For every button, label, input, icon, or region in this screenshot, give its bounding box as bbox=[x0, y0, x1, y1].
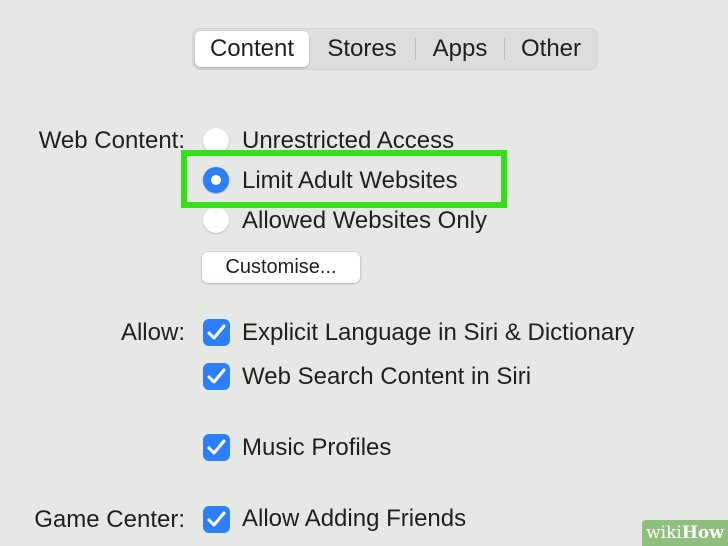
checkmark-icon bbox=[207, 439, 226, 455]
option-label-limit-adult-websites: Limit Adult Websites bbox=[242, 167, 458, 194]
watermark-prefix: wiki bbox=[646, 523, 682, 543]
checkbox-allow-adding-friends[interactable] bbox=[203, 506, 230, 533]
checkbox-label-music-profiles: Music Profiles bbox=[242, 434, 392, 461]
option-label-allowed-websites-only: Allowed Websites Only bbox=[242, 207, 487, 234]
allow-label: Allow: bbox=[120, 319, 185, 346]
checkbox-label-explicit-language: Explicit Language in Siri & Dictionary bbox=[242, 319, 635, 346]
checkbox-explicit-language[interactable] bbox=[203, 319, 230, 346]
radio-unrestricted-access[interactable] bbox=[203, 128, 229, 154]
tab-other[interactable]: Other bbox=[505, 31, 597, 67]
checkmark-icon bbox=[207, 324, 226, 340]
tab-content[interactable]: Content bbox=[195, 31, 309, 67]
watermark-suffix: How bbox=[681, 523, 724, 543]
checkbox-web-search-content[interactable] bbox=[203, 363, 230, 390]
customise-button[interactable]: Customise... bbox=[202, 252, 360, 283]
wikihow-watermark: wiki How bbox=[642, 520, 728, 546]
checkmark-icon bbox=[207, 368, 226, 384]
radio-allowed-websites-only[interactable] bbox=[203, 207, 229, 233]
tab-stores[interactable]: Stores bbox=[309, 31, 415, 67]
checkbox-label-web-search-content: Web Search Content in Siri bbox=[242, 363, 532, 390]
radio-limit-adult-websites[interactable] bbox=[203, 167, 229, 193]
tab-apps[interactable]: Apps bbox=[416, 31, 504, 67]
segmented-tab-control: Content Stores Apps Other bbox=[192, 28, 598, 70]
web-content-label: Web Content: bbox=[38, 127, 185, 154]
game-center-label: Game Center: bbox=[34, 506, 185, 533]
option-label-unrestricted-access: Unrestricted Access bbox=[242, 127, 455, 154]
checkbox-label-allow-adding-friends: Allow Adding Friends bbox=[242, 505, 467, 532]
checkmark-icon bbox=[207, 511, 226, 527]
checkbox-music-profiles[interactable] bbox=[203, 434, 230, 461]
